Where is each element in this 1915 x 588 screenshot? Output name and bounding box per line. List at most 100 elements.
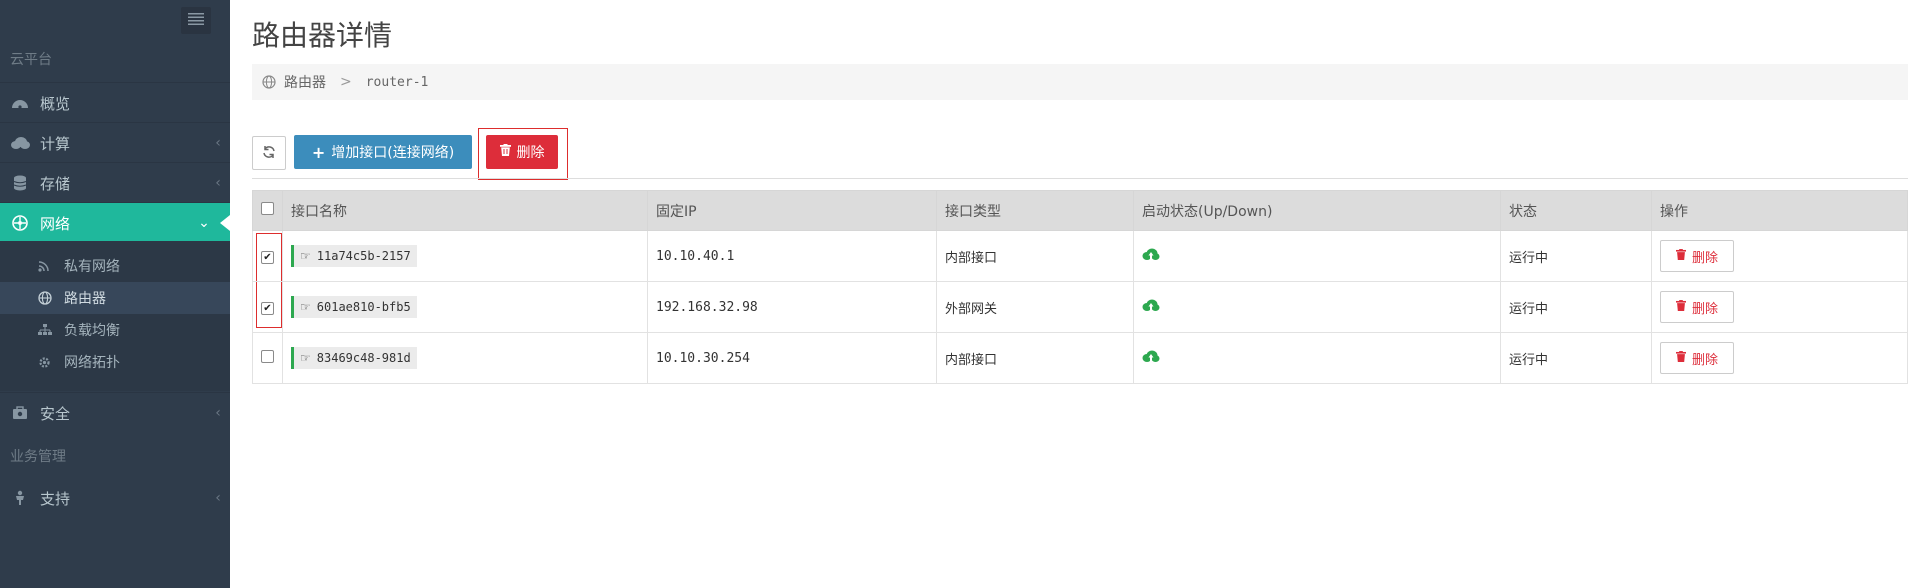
interfaces-table: 接口名称 固定IP 接口类型 启动状态(Up/Down) 状态 操作 ✔ ☞ 1…	[252, 190, 1908, 384]
row-delete-label: 删除	[1691, 352, 1718, 368]
interface-name: 83469c48-981d	[316, 351, 411, 365]
row-select-cell	[252, 332, 283, 384]
cloud-upload-icon	[1142, 350, 1160, 367]
add-interface-button[interactable]: + 增加接口(连接网络)	[294, 135, 472, 169]
row-checkbox[interactable]: ✔	[261, 250, 274, 264]
interface-tag[interactable]: ☞ 11a74c5b-2157	[291, 245, 417, 267]
section-cloud-title: 云平台	[10, 52, 52, 68]
table-row: ☞ 83469c48-981d 10.10.30.254 内部接口 运行中 删除	[252, 332, 1908, 384]
header-updown[interactable]: 启动状态(Up/Down)	[1133, 190, 1501, 231]
row-select-cell: ✔	[252, 230, 283, 282]
nav-compute-label: 计算	[40, 134, 71, 153]
subnav-load-balancer-label: 负载均衡	[64, 323, 120, 339]
row-delete-button[interactable]: 删除	[1660, 291, 1734, 323]
updown-cell	[1133, 281, 1501, 333]
nav-support[interactable]: 支持 ‹	[0, 478, 230, 518]
row-delete-button[interactable]: 删除	[1660, 342, 1734, 374]
cloud-upload-icon	[1142, 299, 1160, 316]
chevron-left-icon: ‹	[215, 135, 221, 151]
name-cell: ☞ 83469c48-981d	[282, 332, 648, 384]
plus-icon: +	[311, 142, 326, 162]
updown-cell	[1133, 332, 1501, 384]
ip-cell: 10.10.30.254	[647, 332, 937, 384]
table-row: ✔ ☞ 11a74c5b-2157 10.10.40.1 内部接口 运行中 删除	[252, 230, 1908, 282]
nav-overview[interactable]: 概览	[0, 82, 230, 123]
header-status[interactable]: 状态	[1500, 190, 1652, 231]
breadcrumb-current: router-1	[365, 74, 429, 90]
sidebar: 云平台 概览 计算 ‹ 存储 ‹ 网络 ⌄ 私有网络 路由器 负载均衡 网络拓扑…	[0, 0, 230, 588]
select-all-checkbox[interactable]	[261, 202, 274, 215]
toolbar-divider	[252, 178, 1908, 179]
updown-cell	[1133, 230, 1501, 282]
cog-icon	[38, 356, 64, 369]
row-checkbox[interactable]	[261, 349, 274, 363]
nav-network-label: 网络	[40, 214, 71, 233]
row-delete-label: 删除	[1691, 250, 1718, 266]
actions-cell: 删除	[1651, 230, 1908, 282]
type-cell: 外部网关	[936, 281, 1134, 333]
header-ip[interactable]: 固定IP	[647, 190, 937, 231]
nav-storage-label: 存储	[40, 174, 71, 193]
delete-label: 删除	[516, 145, 545, 161]
breadcrumb-root[interactable]: 路由器	[284, 72, 326, 92]
delete-button[interactable]: 删除	[486, 135, 558, 169]
row-checkbox[interactable]: ✔	[261, 301, 274, 315]
type-cell: 内部接口	[936, 332, 1134, 384]
sidebar-toggle[interactable]	[181, 7, 211, 34]
header-actions: 操作	[1651, 190, 1908, 231]
interface-tag[interactable]: ☞ 83469c48-981d	[291, 347, 417, 369]
ip-cell: 10.10.40.1	[647, 230, 937, 282]
sitemap-icon	[38, 324, 64, 336]
row-delete-label: 删除	[1691, 301, 1718, 317]
chevron-left-icon: ‹	[215, 405, 221, 421]
table-row: ✔ ☞ 601ae810-bfb5 192.168.32.98 外部网关 运行中	[252, 281, 1908, 333]
breadcrumb-separator: >	[340, 74, 352, 90]
cloud-icon	[0, 137, 40, 149]
name-cell: ☞ 601ae810-bfb5	[282, 281, 648, 333]
hand-pointer-icon: ☞	[300, 300, 311, 314]
hand-pointer-icon: ☞	[300, 249, 311, 263]
type-cell: 内部接口	[936, 230, 1134, 282]
hand-pointer-icon: ☞	[300, 351, 311, 365]
interface-name: 11a74c5b-2157	[316, 249, 411, 263]
trash-icon	[1675, 299, 1692, 315]
add-interface-label: 增加接口(连接网络)	[331, 145, 455, 161]
globe-icon	[262, 75, 276, 89]
active-indicator	[220, 215, 230, 231]
actions-cell: 删除	[1651, 281, 1908, 333]
nav-overview-label: 概览	[40, 94, 71, 113]
subnav-load-balancer[interactable]: 负载均衡	[0, 314, 230, 346]
support-icon	[0, 490, 40, 506]
breadcrumb: 路由器 > router-1	[252, 64, 1908, 100]
status-cell: 运行中	[1500, 332, 1652, 384]
refresh-button[interactable]	[252, 136, 286, 170]
header-name[interactable]: 接口名称	[282, 190, 648, 231]
row-delete-button[interactable]: 删除	[1660, 240, 1734, 272]
menu-icon	[188, 11, 204, 30]
trash-icon	[499, 144, 517, 160]
status-cell: 运行中	[1500, 230, 1652, 282]
nav-storage[interactable]: 存储 ‹	[0, 162, 230, 203]
database-icon	[0, 175, 40, 191]
subnav-private-network[interactable]: 私有网络	[0, 250, 230, 282]
section-business-title: 业务管理	[10, 449, 66, 465]
trash-icon	[1675, 248, 1692, 264]
page-title: 路由器详情	[252, 19, 393, 52]
refresh-icon	[262, 144, 276, 163]
subnav-router-label: 路由器	[64, 291, 106, 307]
nav-support-label: 支持	[40, 489, 71, 508]
subnav-topology[interactable]: 网络拓扑	[0, 346, 230, 378]
dashboard-icon	[0, 96, 40, 110]
chevron-left-icon: ‹	[215, 490, 221, 506]
subnav-router[interactable]: 路由器	[0, 282, 230, 314]
nav-network[interactable]: 网络 ⌄	[0, 202, 230, 243]
nav-security[interactable]: 安全 ‹	[0, 392, 230, 433]
interface-name: 601ae810-bfb5	[316, 300, 411, 314]
subnav-topology-label: 网络拓扑	[64, 355, 120, 371]
nav-compute[interactable]: 计算 ‹	[0, 122, 230, 163]
row-select-cell: ✔	[252, 281, 283, 333]
nav-security-label: 安全	[40, 404, 71, 423]
chevron-left-icon: ‹	[215, 175, 221, 191]
header-type[interactable]: 接口类型	[936, 190, 1134, 231]
interface-tag[interactable]: ☞ 601ae810-bfb5	[291, 296, 417, 318]
